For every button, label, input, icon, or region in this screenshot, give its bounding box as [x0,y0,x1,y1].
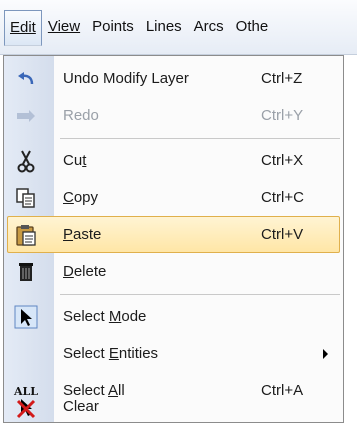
trash-icon [13,260,39,284]
menubar-view[interactable]: View [42,12,86,42]
menubar-other[interactable]: Othe [230,12,275,42]
menu-item-undo[interactable]: Undo Modify Layer Ctrl+Z [7,60,340,97]
menu-item-cut[interactable]: Cut Ctrl+X [7,142,340,179]
scissors-icon [13,149,39,173]
menu-separator [60,138,340,139]
menu-item-select-entities[interactable]: Select Entities [7,335,340,372]
menu-separator [60,294,340,295]
submenu-arrow-icon [323,349,328,359]
menu-item-delete[interactable]: Delete [7,253,340,290]
menubar-lines[interactable]: Lines [140,12,188,42]
menubar-edit[interactable]: Edit [4,10,42,46]
menubar-points[interactable]: Points [86,12,140,42]
copy-icon [13,186,39,210]
cursor-arrow-icon [13,305,39,329]
menu-item-paste[interactable]: Paste Ctrl+V [7,216,340,253]
clear-selection-icon [13,396,39,420]
undo-icon [13,67,39,91]
menubar-arcs[interactable]: Arcs [188,12,230,42]
menu-item-copy[interactable]: Copy Ctrl+C [7,179,340,216]
menu-item-redo[interactable]: Redo Ctrl+Y [7,97,340,134]
menu-item-select-mode[interactable]: Select Mode [7,298,340,335]
redo-icon [13,104,39,128]
menu-bar: Edit View Points Lines Arcs Othe [0,0,357,55]
edit-dropdown-menu: Undo Modify Layer Ctrl+Z Redo Ctrl+Y Cut… [3,55,344,423]
clipboard-icon [13,223,39,247]
menu-item-clear[interactable]: Clear [7,392,340,422]
